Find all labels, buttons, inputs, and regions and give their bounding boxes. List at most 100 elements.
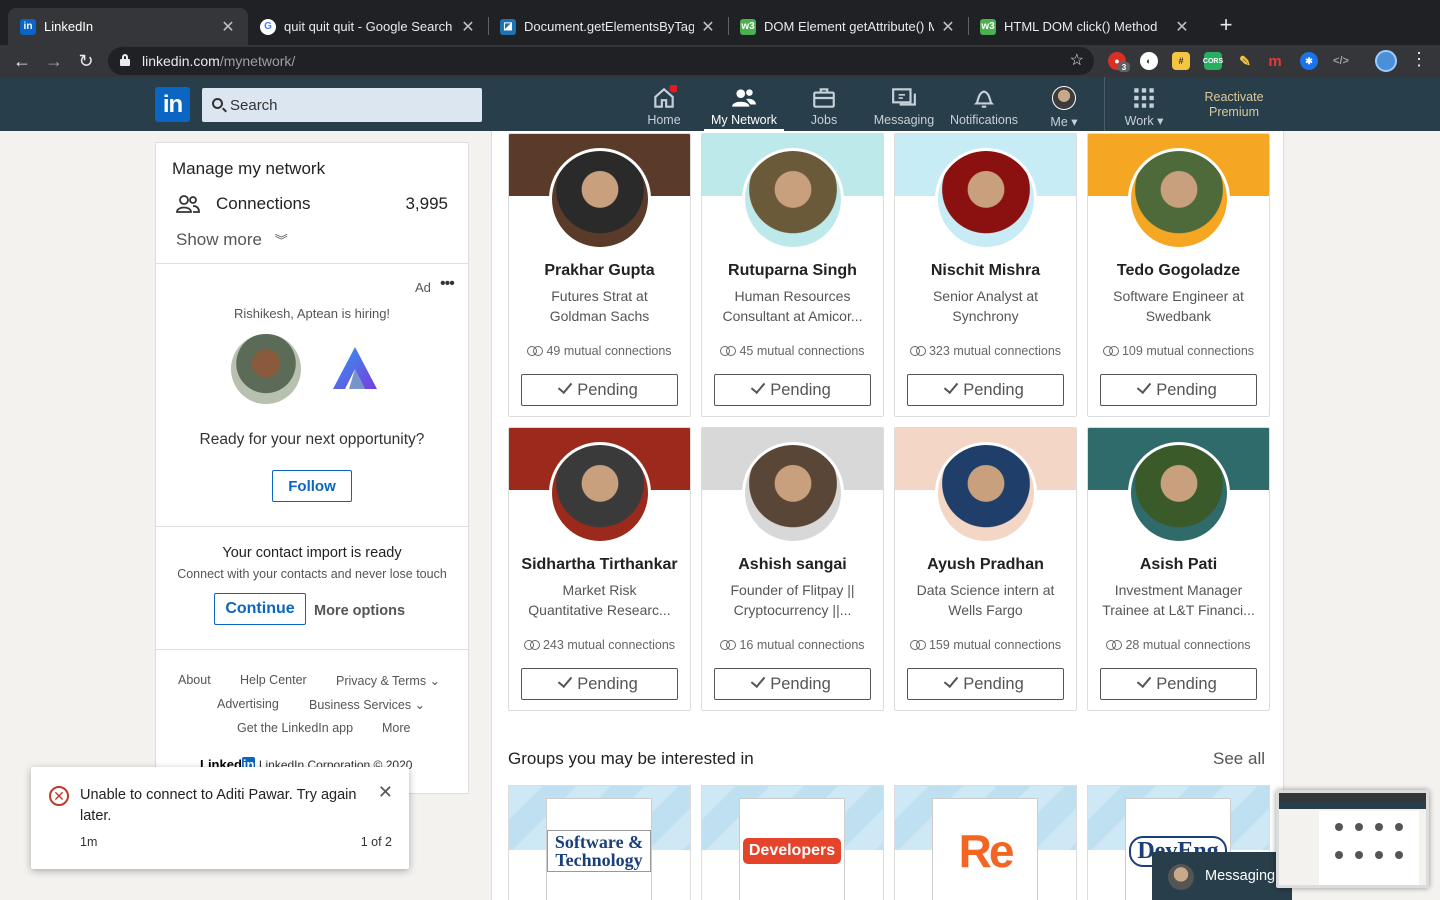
browser-tab-linkedin[interactable]: in LinkedIn ✕ [8,8,248,45]
pending-button[interactable]: Pending [714,668,871,700]
person-card[interactable]: Ayush Pradhan Data Science intern at Wells… [894,427,1077,711]
extension-icon[interactable]: ◐ [1140,52,1158,70]
extension-icon[interactable]: # [1172,52,1190,70]
extension-icon[interactable]: ✱ [1300,52,1318,70]
profile-photo[interactable] [742,442,844,544]
see-all-groups-link[interactable]: See all [1213,749,1265,769]
footer-business-link[interactable]: Business Services ⌄ [309,697,425,712]
group-card[interactable]: Developers [701,785,884,900]
bookmark-star-icon[interactable]: ☆ [1070,50,1084,70]
person-card[interactable]: Tedo Gogoladze Software Engineer at Swedba… [1087,133,1270,417]
search-bar[interactable] [202,88,482,122]
person-name[interactable]: Tedo Gogoladze [1092,262,1265,280]
close-icon[interactable]: ✕ [378,782,393,803]
follow-button[interactable]: Follow [272,470,352,502]
linkedin-logo[interactable]: in [155,87,190,122]
close-tab-icon[interactable]: ✕ [940,17,956,37]
nav-my-network[interactable]: My Network [704,77,784,131]
extension-icon[interactable]: m [1266,52,1284,70]
profile-photo[interactable] [549,148,651,250]
reactivate-premium-link[interactable]: Reactivate Premium [1194,90,1274,120]
mutual-connections[interactable]: 323 mutual connections [895,344,1076,358]
connections-row[interactable]: Connections 3,995 [176,193,448,215]
person-card[interactable]: Rutuparna Singh Human Resources Consultant… [701,133,884,417]
thumb-dot [1335,851,1343,859]
profile-photo[interactable] [742,148,844,250]
pending-button[interactable]: Pending [1100,374,1257,406]
continue-button[interactable]: Continue [214,593,306,625]
person-name[interactable]: Nischit Mishra [899,262,1072,280]
person-name[interactable]: Ayush Pradhan [899,556,1072,574]
mutual-connections[interactable]: 16 mutual connections [702,638,883,652]
show-more-button[interactable]: Show more ︾ [176,230,288,250]
browser-tab-click[interactable]: w3 HTML DOM click() Method ✕ [968,8,1202,45]
profile-photo[interactable] [1128,442,1230,544]
browser-tab-getattribute[interactable]: w3 DOM Element getAttribute() M ✕ [728,8,968,45]
address-bar[interactable]: linkedin.com/mynetwork/ ☆ [108,47,1094,75]
footer-advertising-link[interactable]: Advertising [217,697,279,711]
forward-icon[interactable]: → [42,49,66,73]
pencil-extension-icon[interactable]: ✎ [1236,52,1254,70]
ad-menu-icon[interactable]: ••• [440,275,455,293]
footer-more-link[interactable]: More [382,721,410,735]
group-card[interactable]: Software & Technology [508,785,691,900]
reload-icon[interactable]: ↻ [74,49,98,73]
profile-photo[interactable] [935,148,1037,250]
pending-button[interactable]: Pending [521,668,678,700]
back-icon[interactable]: ← [10,49,34,73]
pending-button[interactable]: Pending [521,374,678,406]
pending-button[interactable]: Pending [907,668,1064,700]
close-tab-icon[interactable]: ✕ [1174,17,1190,37]
more-options-link[interactable]: More options [314,603,405,619]
new-tab-button[interactable]: + [1214,12,1238,38]
person-name[interactable]: Sidhartha Tirthankar [513,556,686,574]
mutual-connections[interactable]: 109 mutual connections [1088,344,1269,358]
person-card[interactable]: Asish Pati Investment Manager Trainee at L… [1087,427,1270,711]
search-input[interactable] [230,88,470,122]
close-tab-icon[interactable]: ✕ [700,17,716,37]
person-card[interactable]: Nischit Mishra Senior Analyst at Synchrony… [894,133,1077,417]
mutual-connections[interactable]: 45 mutual connections [702,344,883,358]
nav-work[interactable]: Work ▾ [1104,77,1184,131]
nav-me[interactable]: Me ▾ [1024,77,1104,131]
person-name[interactable]: Prakhar Gupta [513,262,686,280]
close-tab-icon[interactable]: ✕ [460,17,476,37]
footer-help-link[interactable]: Help Center [240,673,307,687]
check-icon [1136,672,1152,689]
code-extension-icon[interactable]: </> [1332,52,1350,70]
person-name[interactable]: Rutuparna Singh [706,262,879,280]
nav-home[interactable]: Home [624,77,704,131]
group-card[interactable]: Re [894,785,1077,900]
messaging-bar[interactable]: Messaging [1152,852,1292,900]
person-name[interactable]: Asish Pati [1092,556,1265,574]
screenshot-thumbnail[interactable] [1276,790,1429,888]
person-card[interactable]: Ashish sangai Founder of Flitpay || Crypto… [701,427,884,711]
person-card[interactable]: Prakhar Gupta Futures Strat at Goldman Sac… [508,133,691,417]
nav-notifications[interactable]: Notifications [944,77,1024,131]
footer-about-link[interactable]: About [178,673,211,687]
mutual-connections[interactable]: 28 mutual connections [1088,638,1269,652]
browser-tab-google[interactable]: G quit quit quit - Google Search ✕ [248,8,488,45]
footer-app-link[interactable]: Get the LinkedIn app [237,721,353,735]
mutual-connections[interactable]: 49 mutual connections [509,344,690,358]
nav-jobs[interactable]: Jobs [784,77,864,131]
profile-photo[interactable] [935,442,1037,544]
nav-messaging[interactable]: Messaging [864,77,944,131]
headline-line: Software Engineer at [1113,288,1244,304]
pending-button[interactable]: Pending [907,374,1064,406]
mutual-connections[interactable]: 243 mutual connections [509,638,690,652]
footer-privacy-link[interactable]: Privacy & Terms ⌄ [336,673,440,688]
close-tab-icon[interactable]: ✕ [220,17,236,37]
mutual-connections-icon [720,346,737,356]
profile-avatar[interactable] [1375,50,1397,72]
profile-photo[interactable] [1128,148,1230,250]
pending-button[interactable]: Pending [1100,668,1257,700]
mutual-connections[interactable]: 159 mutual connections [895,638,1076,652]
person-card[interactable]: Sidhartha Tirthankar Market Risk Quantitat… [508,427,691,711]
extension-icon[interactable]: CORS [1203,52,1223,70]
person-name[interactable]: Ashish sangai [706,556,879,574]
profile-photo[interactable] [549,442,651,544]
menu-kebab-icon[interactable]: ⋮ [1410,49,1428,70]
pending-button[interactable]: Pending [714,374,871,406]
browser-tab-mdn[interactable]: ◪ Document.getElementsByTagN ✕ [488,8,728,45]
